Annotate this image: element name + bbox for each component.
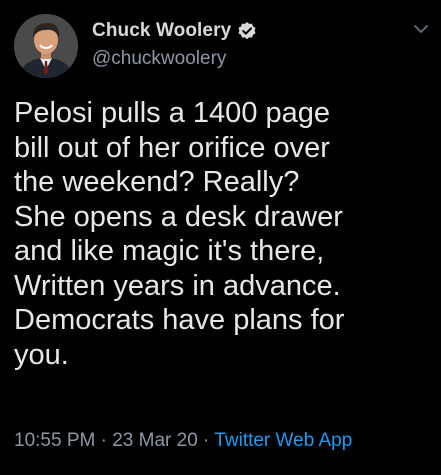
tweet-text-line: Written years in advance.: [14, 269, 341, 302]
author-block: Chuck Woolery @chuckwoolery: [92, 18, 257, 70]
meta-separator: ·: [95, 430, 113, 451]
tweet-date[interactable]: 23 Mar 20: [112, 430, 198, 451]
tweet-text-line: She opens a desk drawer: [14, 200, 343, 233]
tweet-text-line: Pelosi pulls a 1400 page: [14, 97, 331, 129]
tweet-text-line: and like magic it's there,: [14, 235, 325, 267]
tweet-card: Chuck Woolery @chuckwoolery Pelosi pulls…: [0, 0, 441, 475]
tweet-source-link[interactable]: Twitter Web App: [214, 430, 352, 451]
tweet-meta: 10:55 PM · 23 Mar 20 · Twitter Web App: [14, 430, 352, 452]
meta-separator: ·: [197, 430, 215, 451]
tweet-time[interactable]: 10:55 PM: [14, 430, 95, 451]
chevron-down-icon[interactable]: [413, 24, 429, 34]
verified-badge-icon: [237, 21, 257, 41]
tweet-text-line: Democrats have plans for: [14, 304, 345, 336]
tweet-text-line: you.: [14, 338, 69, 371]
tweet-text-line: bill out of her orifice over: [14, 131, 330, 164]
avatar-image: [14, 14, 78, 78]
tweet-text-line: the weekend? Really?: [14, 166, 300, 198]
tweet-text: Pelosi pulls a 1400 page bill out of her…: [14, 96, 434, 372]
handle[interactable]: @chuckwoolery: [92, 48, 257, 70]
display-name[interactable]: Chuck Woolery: [92, 20, 231, 42]
avatar[interactable]: [14, 14, 78, 78]
name-row: Chuck Woolery: [92, 18, 257, 44]
